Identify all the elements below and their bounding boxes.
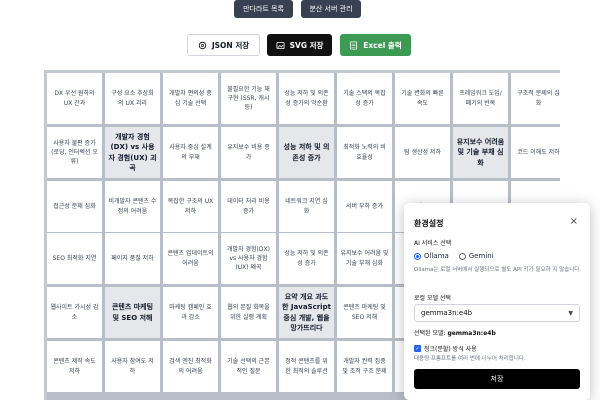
grid-cell[interactable]: 웹사이트 가시성 감소 [47,287,102,338]
grid-cell[interactable]: 사용자 참여도 저 하 [105,341,160,392]
chunk-label: 청크(분할) 방식 사용 [424,346,477,353]
close-icon[interactable]: × [570,216,578,227]
grid-cell[interactable]: 유지보수 어려움 및 기술 부채 심 화 [453,127,508,178]
grid-cell[interactable]: 네트워크 지연 심 화 [279,181,334,232]
grid-cell[interactable]: 비개발자 콘텐츠 수정의 어려움 [105,181,160,232]
grid-cell[interactable]: 성능 저하 및 의존 성 증가 [279,233,334,284]
excel-export-button[interactable]: Excel 출력 [340,34,411,56]
save-button[interactable]: 저장 [414,369,580,389]
radio-unselected-icon [458,252,466,260]
radio-ollama-label: Ollama [424,252,449,260]
mandalart-list-button[interactable]: 만다라트 목록 [234,0,293,18]
chunk-checkbox-row[interactable]: ✓ 청크(분할) 방식 사용 [414,344,477,353]
check-icon[interactable]: ✓ [414,345,421,352]
ai-service-options: Ollama Gemini [414,252,494,260]
grid-cell[interactable]: 개발자 경험(DX) vs 사용자 경험 (UX) 왜곡 [221,233,276,284]
radio-selected-icon [414,252,421,260]
grid-cell[interactable]: 유지보수 비용 증 가 [221,127,276,178]
grid-cell[interactable]: 접근성 문제 심화 [47,181,102,232]
selected-model-text: 선택된 모델: gemma3n:e4b [414,328,496,337]
grid-cell[interactable]: 마케팅 캠페인 효 과 감소 [163,287,218,338]
chevron-down-icon: ▼ [568,310,573,317]
grid-cell[interactable]: 페이지 품질 저하 [105,233,160,284]
image-icon [276,41,285,49]
grid-cell[interactable]: 구성 요소 추상화 의 UX 괴리 [105,73,160,124]
grid-cell[interactable]: 콘텐츠 제작 속도 저하 [47,341,102,392]
distributed-server-button[interactable]: 분산 서버 관리 [301,0,361,18]
radio-gemini-label: Gemini [468,252,494,260]
grid-cell[interactable]: 팀 생산성 저하 [395,127,450,178]
svg-save-label: SVG 저장 [289,40,324,50]
grid-cell[interactable]: 구조적 문제의 심 화 [511,73,566,124]
grid-cell[interactable]: 콘텐츠 업데이트의 어려움 [163,233,218,284]
grid-cell[interactable]: SEO 최적화 지연 [47,233,102,284]
excel-export-label: Excel 출력 [363,40,402,50]
selected-model-prefix: 선택된 모델: [414,330,448,337]
grid-cell[interactable]: 서버 부하 증가 [337,181,392,232]
model-select[interactable]: gemma3n:e4b ▼ [414,304,580,322]
grid-cell[interactable]: 데이터 처리 비용 증가 [221,181,276,232]
ollama-note: Ollama는 로컬 서버에서 실행되므로 별도 API 키가 필요하 지 않습… [414,267,582,273]
grid-cell[interactable]: 복잡한 구조의 UX 저하 [163,181,218,232]
local-model-label: 로컬 모델 선택 [414,295,451,302]
grid-cell[interactable]: 검색 엔진 최적화 의 어려움 [163,341,218,392]
grid-cell[interactable]: 개발자 경험 (DX) vs 사용 자 경험(UX) 괴 곡 [105,127,160,178]
spreadsheet-icon [350,40,358,50]
grid-cell[interactable]: 프레임워크 도입/ 폐기의 반복 [453,73,508,124]
ai-service-label: AI 서비스 선택 [414,240,452,247]
grid-cell[interactable]: DX 우선 원하의 UX 간과 [47,73,102,124]
grid-cell[interactable]: 성능 저하 및 의존 성 증가의 악순환 [279,73,334,124]
grid-cell[interactable]: 유지보수 어려움 및 기술 부채 심화 [337,233,392,284]
radio-gemini[interactable]: Gemini [458,252,494,260]
chunk-note: 대용량 프롬프트를 여러 번에 나누어 처리합니다. [414,356,526,362]
model-select-value: gemma3n:e4b [421,309,473,317]
grid-cell[interactable]: 콘텐츠 마케팅 및 SEO 저해 [105,287,160,338]
json-save-label: JSON 저장 [211,40,250,50]
gear-icon [198,41,207,49]
grid-cell[interactable]: 성능 저하 및 의 존성 증가 [279,127,334,178]
grid-cell[interactable]: 콘텐츠 마케팅 및 SEO 저해 [337,287,392,338]
grid-cell[interactable]: 개발자 편의성 중 심 기술 선택 [163,73,218,124]
grid-cell[interactable]: 기술 변화의 빠른 속도 [395,73,450,124]
grid-cell[interactable]: 사용자 불편 증가 (로딩, 인터렉션 오 류) [47,127,102,178]
grid-cell[interactable]: 기술 스택의 복잡 성 증가 [337,73,392,124]
modal-title: 환경설정 [414,219,444,228]
top-nav: 만다라트 목록 분산 서버 관리 [0,0,600,18]
grid-cell[interactable]: 기술 선택의 근본 적인 질문 [221,341,276,392]
json-save-button[interactable]: JSON 저장 [187,34,260,56]
grid-cell[interactable]: 최적화 노력의 비 효율성 [337,127,392,178]
grid-cell[interactable]: 웹의 본질 회복을 위한 실행 계획 [221,287,276,338]
svg-save-button[interactable]: SVG 저장 [267,34,332,56]
grid-cell[interactable]: 불필요한 기능 재 구현 (SSR, 캐시 등) [221,73,276,124]
grid-cell[interactable]: 정적 콘텐츠를 위 한 최적의 솔루션 [279,341,334,392]
grid-cell[interactable]: 사용자 중심 설계 의 부재 [163,127,218,178]
grid-cell[interactable]: 개발자 권력 집중 및 조직 구조 문제 [337,341,392,392]
grid-cell[interactable]: 요약 개요 과도한 JavaScript 중심 개발, 웹을 망가뜨리다 [279,287,334,338]
radio-ollama[interactable]: Ollama [414,252,449,260]
selected-model-value: gemma3n:e4b [447,330,496,337]
grid-cell[interactable]: 코드 이해도 저하 [511,127,566,178]
